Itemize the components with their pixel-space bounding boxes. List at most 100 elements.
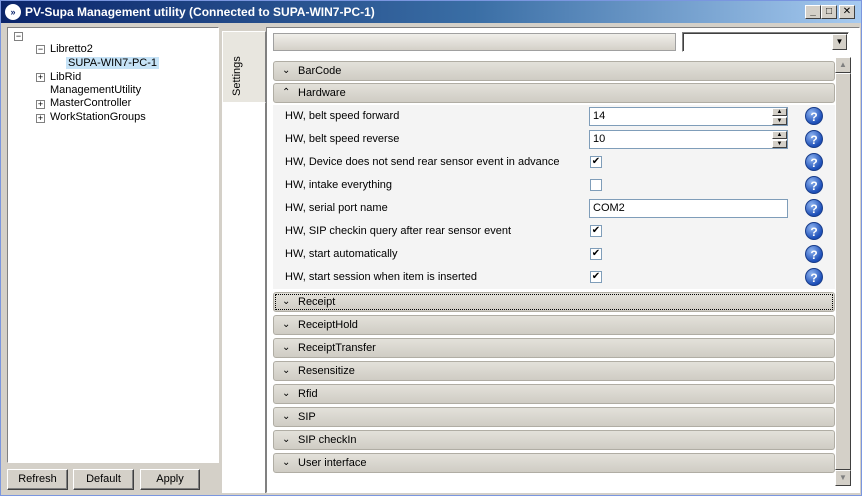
spin-down-icon[interactable]: ▼ <box>772 140 787 148</box>
setting-label: HW, start automatically <box>285 248 398 260</box>
chevron-up-icon: ⌃ <box>282 87 291 98</box>
chevron-down-icon: ⌄ <box>282 65 291 76</box>
start-automatically-checkbox[interactable]: ✔ <box>590 248 602 260</box>
tree-view[interactable]: − − Libretto2 SUPA-WIN7-PC-1 + LibRid Ma… <box>7 27 219 463</box>
section-title: Receipt <box>298 296 336 308</box>
chevron-down-icon: ⌄ <box>282 365 291 376</box>
section-title: BarCode <box>298 65 342 77</box>
category-combo[interactable]: ▼ <box>682 32 849 52</box>
filter-bar[interactable] <box>273 33 676 51</box>
workstationgroups-expand-icon[interactable]: + <box>36 114 45 123</box>
setting-label: HW, serial port name <box>285 202 388 214</box>
bottom-button-bar: Refresh Default Apply <box>7 469 219 491</box>
chevron-down-icon: ⌄ <box>282 319 291 330</box>
section-title: ReceiptTransfer <box>298 342 376 354</box>
section-resensitize[interactable]: ⌄ Resensitize <box>273 361 835 381</box>
tab-settings-label: Settings <box>231 56 243 96</box>
section-rfid[interactable]: ⌄ Rfid <box>273 384 835 404</box>
tree-node-librid[interactable]: LibRid <box>50 71 81 83</box>
minimize-button[interactable]: _ <box>805 5 821 19</box>
maximize-button[interactable]: □ <box>821 5 837 19</box>
section-barcode[interactable]: ⌄ BarCode <box>273 61 835 81</box>
rear-sensor-advance-checkbox[interactable]: ✔ <box>590 156 602 168</box>
tab-settings[interactable]: Settings <box>222 31 266 103</box>
vertical-scrollbar[interactable]: ▲ ▼ <box>835 57 851 486</box>
scroll-down-icon[interactable]: ▼ <box>835 470 851 486</box>
help-icon[interactable]: ? <box>805 222 823 240</box>
setting-row: HW, intake everything ? <box>273 174 835 197</box>
section-title: Hardware <box>298 87 346 99</box>
app-icon[interactable]: » <box>5 4 21 20</box>
tab-strip <box>222 103 266 493</box>
setting-row: HW, SIP checkin query after rear sensor … <box>273 220 835 243</box>
intake-everything-checkbox[interactable] <box>590 179 602 191</box>
tree-node-supa-win7-pc-1[interactable]: SUPA-WIN7-PC-1 <box>66 57 160 69</box>
setting-row: HW, start session when item is inserted … <box>273 266 835 289</box>
help-icon[interactable]: ? <box>805 245 823 263</box>
section-sip-checkin[interactable]: ⌄ SIP checkIn <box>273 430 835 450</box>
root-collapse-icon[interactable]: − <box>14 32 23 41</box>
help-icon[interactable]: ? <box>805 268 823 286</box>
tree-node-managementutility[interactable]: ManagementUtility <box>50 84 141 96</box>
spin-up-icon[interactable]: ▲ <box>772 131 787 139</box>
help-icon[interactable]: ? <box>805 176 823 194</box>
default-button[interactable]: Default <box>73 469 134 490</box>
chevron-down-icon: ⌄ <box>282 411 291 422</box>
help-icon[interactable]: ? <box>805 130 823 148</box>
setting-label: HW, start session when item is inserted <box>285 271 477 283</box>
spinner-value: 14 <box>593 110 606 122</box>
setting-row: HW, serial port name COM2 ? <box>273 197 835 220</box>
apply-button[interactable]: Apply <box>140 469 200 490</box>
section-sip[interactable]: ⌄ SIP <box>273 407 835 427</box>
help-icon[interactable]: ? <box>805 199 823 217</box>
close-button[interactable]: ✕ <box>839 5 855 19</box>
section-title: SIP <box>298 411 316 423</box>
setting-label: HW, SIP checkin query after rear sensor … <box>285 225 512 237</box>
chevron-down-icon: ⌄ <box>282 342 291 353</box>
section-receipt-transfer[interactable]: ⌄ ReceiptTransfer <box>273 338 835 358</box>
section-title: SIP checkIn <box>298 434 357 446</box>
spinner-value: 10 <box>593 133 606 145</box>
scrollbar-thumb[interactable] <box>835 73 851 470</box>
section-hardware[interactable]: ⌃ Hardware <box>273 83 835 103</box>
scroll-up-icon[interactable]: ▲ <box>835 57 851 73</box>
help-icon[interactable]: ? <box>805 107 823 125</box>
tree-node-libretto2[interactable]: Libretto2 <box>50 43 93 55</box>
spin-down-icon[interactable]: ▼ <box>772 117 787 125</box>
setting-label: HW, belt speed forward <box>285 110 400 122</box>
field-value: COM2 <box>593 202 625 214</box>
tree-node-workstationgroups[interactable]: WorkStationGroups <box>50 111 146 123</box>
section-title: ReceiptHold <box>298 319 358 331</box>
belt-speed-forward-spinner[interactable]: 14 ▲ ▼ <box>589 107 788 126</box>
section-user-interface[interactable]: ⌄ User interface <box>273 453 835 473</box>
serial-port-name-field[interactable]: COM2 <box>589 199 788 218</box>
setting-row: HW, Device does not send rear sensor eve… <box>273 151 835 174</box>
settings-list: ⌄ BarCode ⌃ Hardware HW, belt speed forw… <box>267 57 850 491</box>
refresh-button[interactable]: Refresh <box>7 469 68 490</box>
chevron-down-icon[interactable]: ▼ <box>832 34 847 50</box>
section-title: User interface <box>298 457 367 469</box>
chevron-down-icon: ⌄ <box>282 457 291 468</box>
help-icon[interactable]: ? <box>805 153 823 171</box>
chevron-down-icon: ⌄ <box>282 296 291 307</box>
setting-label: HW, intake everything <box>285 179 392 191</box>
setting-label: HW, belt speed reverse <box>285 133 400 145</box>
mastercontroller-expand-icon[interactable]: + <box>36 100 45 109</box>
setting-row: HW, belt speed reverse 10 ▲ ▼ ? <box>273 128 835 151</box>
belt-speed-reverse-spinner[interactable]: 10 ▲ ▼ <box>589 130 788 149</box>
libretto2-collapse-icon[interactable]: − <box>36 45 45 54</box>
hardware-settings: HW, belt speed forward 14 ▲ ▼ ? HW, belt… <box>273 105 835 289</box>
section-title: Resensitize <box>298 365 355 377</box>
chevron-down-icon: ⌄ <box>282 388 291 399</box>
window-title: PV-Supa Management utility (Connected to… <box>25 5 375 19</box>
start-session-checkbox[interactable]: ✔ <box>590 271 602 283</box>
tree-node-mastercontroller[interactable]: MasterController <box>50 97 131 109</box>
section-title: Rfid <box>298 388 318 400</box>
chevron-down-icon: ⌄ <box>282 434 291 445</box>
librid-expand-icon[interactable]: + <box>36 73 45 82</box>
main-window: » PV-Supa Management utility (Connected … <box>0 0 862 496</box>
spin-up-icon[interactable]: ▲ <box>772 108 787 116</box>
section-receipt-hold[interactable]: ⌄ ReceiptHold <box>273 315 835 335</box>
section-receipt[interactable]: ⌄ Receipt <box>273 292 835 312</box>
sip-checkin-query-checkbox[interactable]: ✔ <box>590 225 602 237</box>
